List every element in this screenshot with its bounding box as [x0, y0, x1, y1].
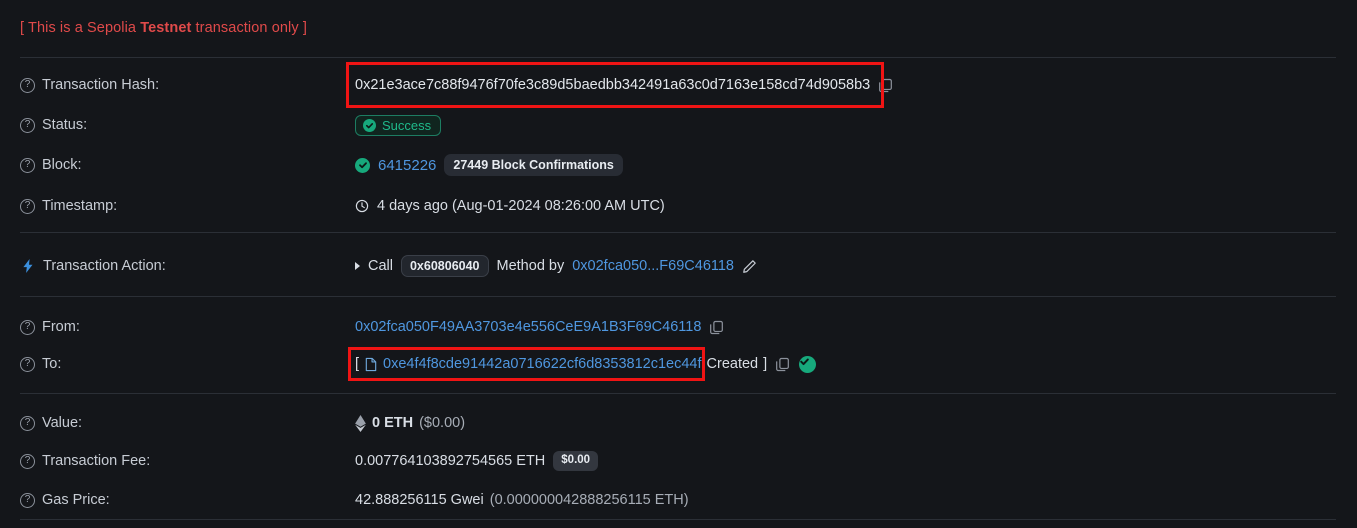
label-value: ? Value:: [0, 415, 355, 431]
label-from-text: From:: [42, 319, 80, 335]
fee-eth-amount: 0.007764103892754565 ETH: [355, 453, 546, 469]
question-mark-circle-icon[interactable]: ?: [20, 453, 35, 469]
label-transaction-action: Transaction Action:: [0, 258, 355, 274]
block-number-link[interactable]: 6415226: [378, 157, 436, 174]
question-mark-circle-icon[interactable]: ?: [20, 356, 35, 372]
block-confirmations-badge: 27449 Block Confirmations: [444, 153, 623, 177]
value-timestamp: 4 days ago (Aug-01-2024 08:26:00 AM UTC): [355, 198, 665, 214]
action-method-id-badge: 0x60806040: [400, 254, 489, 278]
row-from: ? From: 0x02fca050F49AA3703e4e556CeE9A1B…: [0, 307, 1357, 347]
copy-icon[interactable]: [775, 357, 790, 372]
to-bracket-close: ]: [763, 356, 768, 372]
to-created-label: Created: [706, 356, 759, 372]
label-gas-price-text: Gas Price:: [42, 492, 110, 508]
question-mark-circle-icon[interactable]: ?: [20, 198, 35, 214]
testnet-banner: [ This is a Sepolia Testnet transaction …: [20, 20, 307, 36]
fee-usd-badge: $0.00: [553, 451, 599, 471]
label-block: ? Block:: [0, 157, 355, 173]
testnet-banner-suffix: transaction only ]: [191, 20, 307, 36]
label-to: ? To:: [0, 356, 355, 372]
label-transaction-hash-text: Transaction Hash:: [42, 77, 160, 93]
document-icon: [365, 357, 377, 371]
from-address-link[interactable]: 0x02fca050F49AA3703e4e556CeE9A1B3F69C461…: [355, 319, 701, 335]
label-value-text: Value:: [42, 415, 83, 431]
value-from: 0x02fca050F49AA3703e4e556CeE9A1B3F69C461…: [355, 319, 724, 335]
label-from: ? From:: [0, 319, 355, 335]
value-eth-amount: 0 ETH: [372, 415, 414, 431]
divider-value-top: [20, 393, 1336, 394]
question-mark-circle-icon[interactable]: ?: [20, 77, 35, 93]
label-block-text: Block:: [42, 157, 82, 173]
to-bracket-open: [: [355, 356, 360, 372]
row-gas-price: ? Gas Price: 42.888256115 Gwei (0.000000…: [0, 480, 1357, 520]
label-timestamp-text: Timestamp:: [42, 198, 118, 214]
label-timestamp: ? Timestamp:: [0, 198, 355, 214]
label-transaction-fee: ? Transaction Fee:: [0, 453, 355, 469]
label-transaction-fee-text: Transaction Fee:: [42, 453, 151, 469]
copy-icon[interactable]: [878, 78, 893, 93]
question-mark-circle-icon[interactable]: ?: [20, 492, 35, 508]
row-transaction-hash: ? Transaction Hash: 0x21e3ace7c88f9476f7…: [0, 65, 1357, 105]
row-transaction-fee: ? Transaction Fee: 0.007764103892754565 …: [0, 441, 1357, 481]
check-circle-icon: [355, 157, 370, 173]
status-badge: Success: [355, 114, 442, 136]
row-block: ? Block: 6415226 27449 Block Confirmatio…: [0, 145, 1357, 185]
value-gas-price: 42.888256115 Gwei (0.000000042888256115 …: [355, 492, 689, 508]
question-mark-circle-icon[interactable]: ?: [20, 415, 35, 431]
ethereum-diamond-icon: [355, 414, 366, 432]
testnet-banner-prefix: [ This is a Sepolia: [20, 20, 141, 36]
lightning-bolt-icon: [23, 259, 33, 273]
value-amount: 0 ETH ($0.00): [355, 414, 466, 432]
row-to: ? To: [ 0xe4f4f8cde91442a0716622cf6d8353…: [0, 344, 1357, 384]
row-status: ? Status: Success: [0, 105, 1357, 145]
label-transaction-action-text: Transaction Action:: [43, 258, 166, 274]
gas-price-eth: (0.000000042888256115 ETH): [489, 492, 689, 508]
action-method-by-label: Method by: [496, 258, 565, 274]
copy-icon[interactable]: [709, 320, 724, 335]
verified-check-icon: [799, 355, 817, 373]
label-status-text: Status:: [42, 117, 88, 133]
check-circle-icon: [363, 118, 376, 132]
label-to-text: To:: [42, 356, 62, 372]
question-mark-circle-icon[interactable]: ?: [20, 319, 35, 335]
value-transaction-action: Call 0x60806040 Method by 0x02fca050...F…: [355, 254, 757, 278]
timestamp-value: 4 days ago (Aug-01-2024 08:26:00 AM UTC): [377, 198, 665, 214]
question-mark-circle-icon[interactable]: ?: [20, 117, 35, 133]
value-transaction-hash: 0x21e3ace7c88f9476f70fe3c89d5baedbb34249…: [355, 77, 893, 93]
expand-caret-icon[interactable]: [355, 262, 360, 270]
label-transaction-hash: ? Transaction Hash:: [0, 77, 355, 93]
question-mark-circle-icon[interactable]: ?: [20, 157, 35, 173]
row-transaction-action: Transaction Action: Call 0x60806040 Meth…: [0, 246, 1357, 286]
testnet-banner-strong: Testnet: [140, 20, 192, 36]
transaction-hash-value: 0x21e3ace7c88f9476f70fe3c89d5baedbb34249…: [355, 77, 871, 93]
divider-action-top: [20, 232, 1336, 233]
value-status: Success: [355, 114, 442, 136]
transaction-details-page: [ This is a Sepolia Testnet transaction …: [0, 0, 1357, 528]
gas-price-gwei: 42.888256115 Gwei: [355, 492, 484, 508]
action-call-label: Call: [368, 258, 393, 274]
value-usd-amount: ($0.00): [419, 415, 466, 431]
divider-action-bottom: [20, 296, 1336, 297]
value-block: 6415226 27449 Block Confirmations: [355, 153, 623, 177]
row-timestamp: ? Timestamp: 4 days ago (Aug-01-2024 08:…: [0, 186, 1357, 226]
status-badge-label: Success: [382, 117, 432, 133]
value-to: [ 0xe4f4f8cde91442a0716622cf6d8353812c1e…: [355, 355, 817, 373]
label-gas-price: ? Gas Price:: [0, 492, 355, 508]
value-transaction-fee: 0.007764103892754565 ETH $0.00: [355, 451, 599, 471]
label-status: ? Status:: [0, 117, 355, 133]
divider-bottom: [20, 519, 1336, 520]
pencil-edit-icon[interactable]: [742, 259, 757, 274]
action-address-link[interactable]: 0x02fca050...F69C46118: [572, 258, 734, 274]
row-value: ? Value: 0 ETH ($0.00): [0, 403, 1357, 443]
divider-top: [20, 57, 1336, 58]
clock-icon: [355, 199, 369, 213]
to-address-link[interactable]: 0xe4f4f8cde91442a0716622cf6d8353812c1ec4…: [383, 356, 701, 372]
